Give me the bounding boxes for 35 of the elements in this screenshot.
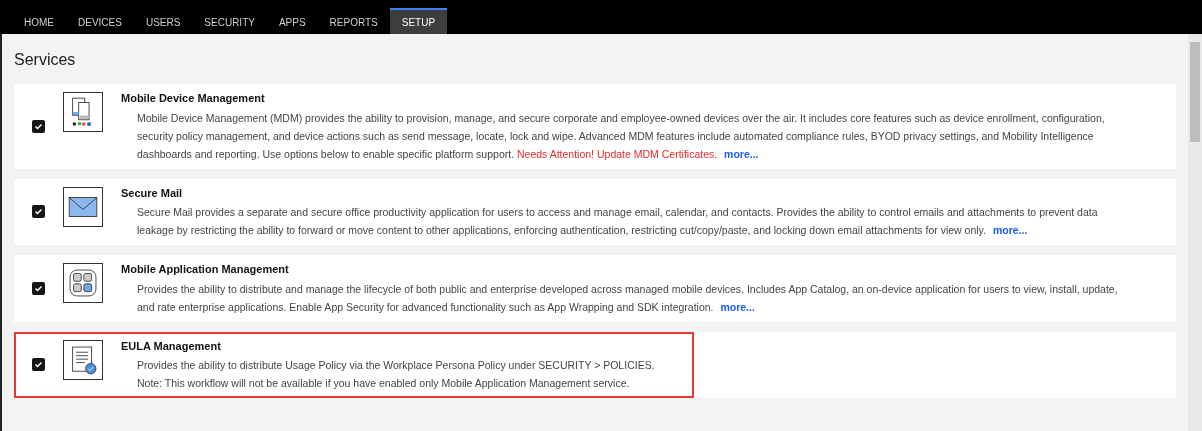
check-icon [34,283,43,293]
service-description: Provides the ability to distribute Usage Policy via the Workplace Persona Policy under SECURITY > POLICIES. [137,358,656,373]
more-link[interactable]: more... [720,300,755,313]
nav-tab[interactable]: REPORTS [317,8,390,34]
check-icon [34,121,43,131]
checkbox[interactable] [32,119,45,133]
checkbox[interactable] [32,358,45,372]
nav-tab[interactable]: HOME [12,8,66,34]
service-title: Mobile Application Management [121,262,290,277]
warning-text: Needs Attention! Update MDM Certificates. [517,147,718,160]
scrollbar-thumb[interactable] [1190,42,1200,142]
checkbox[interactable] [32,205,45,219]
check-icon [34,207,43,217]
service-title: EULA Management [121,338,222,354]
nav-tab[interactable]: SETUP [389,8,448,34]
envelope-icon [63,186,103,227]
nav-tab[interactable]: SECURITY [192,8,267,34]
check-icon [34,360,43,370]
document-check-icon [63,339,103,380]
devices-icon [63,92,103,132]
page-title: Services [14,50,77,70]
nav-tab[interactable]: DEVICES [66,8,134,34]
service-title: Mobile Device Management [121,91,266,106]
scrollbar[interactable] [1188,34,1202,431]
nav-tab[interactable]: USERS [133,8,193,34]
service-description: Provides the ability to distribute and manage the lifecycle of both public and enterprise developed across managed mobile devices. Includes App Catalog, an on-device application for users to view, install, update, and rate enterprise applications. Enable App Security for advanced functionality such as App Wrapping and SDK integration. more... [137,281,1119,315]
more-link[interactable]: more... [724,147,759,160]
app-grid-icon [63,263,103,303]
service-description: Mobile Device Management (MDM) provides the ability to provision, manage, and secure corporate and employee-owned devices over the air. It includes core features such as device enrollment, configuration, security policy management, and device actions such as send message, locate, lock and wipe. Advanced MDM features include automated compliance rules, BYOD privacy settings, and Mobility Intelligence dashboards and reporting. Use options below to enable specific platform support. Needs Attention! Update MDM Certificates. more... [137,110,1106,162]
service-title: Secure Mail [121,185,184,201]
checkbox[interactable] [32,281,45,295]
more-link[interactable]: more... [992,224,1028,236]
service-description: Secure Mail provides a separate and secure office productivity application for users to access and manage email, calendar, and contacts. Provides the ability to control emails and attachments to prevent data leakage by restricting the ability to forward or move content to other applications, enforcing authentication, restricting cut/copy/paste, and locking down email attachments for view only. more... [137,205,1099,238]
nav-tab[interactable]: APPS [266,8,318,34]
service-note: Note: This workflow will not be available if you have enabled only Mobile Application Management service. [137,376,631,391]
